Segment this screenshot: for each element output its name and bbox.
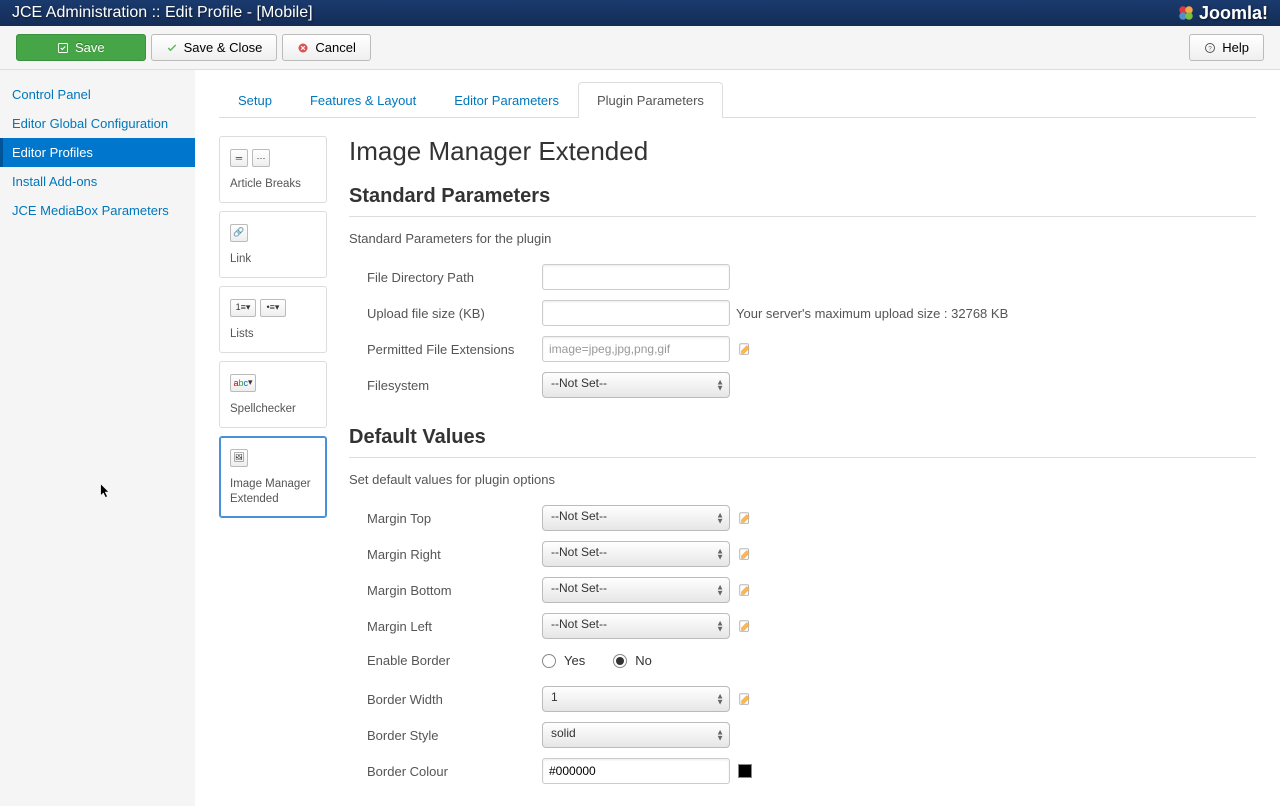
border-style-select[interactable]: solid [542,722,730,748]
upload-size-label: Upload file size (KB) [367,306,542,321]
margin-bottom-select[interactable]: --Not Set-- [542,577,730,603]
upload-size-hint: Your server's maximum upload size : 3276… [736,306,1008,321]
plugin-label: Image Manager Extended [230,477,316,507]
edit-icon[interactable] [738,342,752,356]
image-icon: 🖼 [230,449,248,467]
plugin-label: Lists [230,327,316,342]
filesystem-select[interactable]: --Not Set-- [542,372,730,398]
margin-top-select[interactable]: --Not Set-- [542,505,730,531]
plugin-card-image-manager-extended[interactable]: 🖼 Image Manager Extended [219,436,327,518]
left-sidebar: Control Panel Editor Global Configuratio… [0,70,195,806]
toolbar: Save Save & Close Cancel ? Help [0,26,1280,70]
section-standard-title: Standard Parameters [349,185,1256,217]
plugin-label: Spellchecker [230,402,316,417]
radio-label: Yes [564,653,585,668]
tab-plugin-parameters[interactable]: Plugin Parameters [578,82,723,118]
edit-icon[interactable] [738,692,752,706]
sidebar-item-editor-global-config[interactable]: Editor Global Configuration [0,109,195,138]
plugin-card-lists[interactable]: 1≡▾ •≡▾ Lists [219,286,327,353]
tab-bar: Setup Features & Layout Editor Parameter… [219,82,1256,118]
border-style-label: Border Style [367,728,542,743]
section-standard-desc: Standard Parameters for the plugin [349,231,1256,246]
save-close-label: Save & Close [184,40,263,55]
margin-bottom-label: Margin Bottom [367,583,542,598]
sidebar-item-control-panel[interactable]: Control Panel [0,80,195,109]
tab-features-layout[interactable]: Features & Layout [291,82,435,118]
radio-label: No [635,653,652,668]
margin-top-label: Margin Top [367,511,542,526]
border-colour-input[interactable] [542,758,730,784]
joomla-logo: Joomla! [1177,3,1268,24]
enable-border-yes-radio[interactable]: Yes [542,653,585,668]
edit-icon[interactable] [738,619,752,633]
ol-icon: 1≡▾ [230,299,256,317]
border-width-select[interactable]: 1 [542,686,730,712]
link-icon: 🔗 [230,224,248,242]
radio-icon [542,654,556,668]
border-width-label: Border Width [367,692,542,707]
sidebar-item-editor-profiles[interactable]: Editor Profiles [0,138,195,167]
plugin-title: Image Manager Extended [349,136,1256,167]
help-button[interactable]: ? Help [1189,34,1264,61]
margin-right-label: Margin Right [367,547,542,562]
save-close-button[interactable]: Save & Close [151,34,278,61]
ul-icon: •≡▾ [260,299,286,317]
edit-icon[interactable] [738,547,752,561]
check-icon [166,42,178,54]
page-title: JCE Administration :: Edit Profile - [Mo… [12,4,313,22]
apply-icon [57,42,69,54]
sidebar-item-jce-mediabox[interactable]: JCE MediaBox Parameters [0,196,195,225]
plugin-settings: Image Manager Extended Standard Paramete… [349,136,1256,794]
joomla-icon [1177,4,1195,22]
tab-setup[interactable]: Setup [219,82,291,118]
plugin-card-link[interactable]: 🔗 Link [219,211,327,278]
header-bar: JCE Administration :: Edit Profile - [Mo… [0,0,1280,26]
border-colour-label: Border Colour [367,764,542,779]
cancel-icon [297,42,309,54]
svg-text:?: ? [1209,46,1213,52]
plugin-card-spellchecker[interactable]: abc▾ Spellchecker [219,361,327,428]
section-defaults-title: Default Values [349,426,1256,458]
plugin-list: ═ ⋯ Article Breaks 🔗 Link 1≡▾ •≡▾ [219,136,327,794]
edit-icon[interactable] [738,511,752,525]
edit-icon[interactable] [738,583,752,597]
radio-icon [613,654,627,668]
file-dir-input[interactable] [542,264,730,290]
save-button[interactable]: Save [16,34,146,61]
file-dir-label: File Directory Path [367,270,542,285]
margin-left-select[interactable]: --Not Set-- [542,613,730,639]
enable-border-label: Enable Border [367,653,542,668]
pagebreak-icon: ═ [230,149,248,167]
plugin-label: Article Breaks [230,177,316,192]
save-button-label: Save [75,40,105,55]
permitted-ext-input[interactable] [542,336,730,362]
help-icon: ? [1204,42,1216,54]
plugin-card-article-breaks[interactable]: ═ ⋯ Article Breaks [219,136,327,203]
margin-right-select[interactable]: --Not Set-- [542,541,730,567]
filesystem-label: Filesystem [367,378,542,393]
color-swatch[interactable] [738,764,752,778]
cancel-button[interactable]: Cancel [282,34,370,61]
margin-left-label: Margin Left [367,619,542,634]
logo-text: Joomla! [1199,3,1268,24]
cancel-label: Cancel [315,40,355,55]
plugin-label: Link [230,252,316,267]
sidebar-item-install-addons[interactable]: Install Add-ons [0,167,195,196]
enable-border-no-radio[interactable]: No [613,653,652,668]
section-defaults-desc: Set default values for plugin options [349,472,1256,487]
upload-size-input[interactable] [542,300,730,326]
spellcheck-icon: abc▾ [230,374,256,392]
tab-editor-parameters[interactable]: Editor Parameters [435,82,578,118]
help-label: Help [1222,40,1249,55]
permitted-ext-label: Permitted File Extensions [367,342,542,357]
readmore-icon: ⋯ [252,149,270,167]
